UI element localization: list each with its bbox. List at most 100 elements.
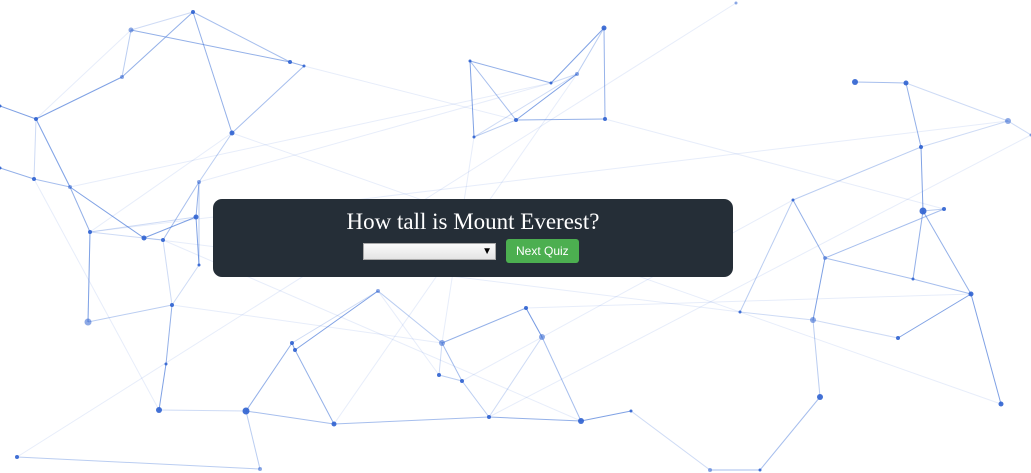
- quiz-panel: How tall is Mount Everest? ▼ Next Quiz: [213, 199, 733, 277]
- network-node: [758, 468, 762, 472]
- network-edge: [231, 65, 305, 134]
- network-node: [578, 418, 584, 424]
- network-node: [524, 306, 528, 310]
- network-edge: [245, 410, 335, 425]
- network-node: [288, 60, 292, 64]
- network-edge: [473, 73, 578, 138]
- network-node: [197, 180, 201, 184]
- network-edge: [0, 167, 35, 180]
- network-edge: [792, 199, 826, 259]
- network-node: [601, 25, 607, 31]
- network-node: [575, 72, 579, 76]
- network-edge: [824, 257, 914, 280]
- network-node: [629, 409, 633, 413]
- network-node: [738, 310, 742, 314]
- network-edge: [630, 410, 711, 471]
- network-node: [903, 80, 909, 86]
- network-edge: [171, 264, 200, 306]
- network-edge: [130, 29, 291, 63]
- quiz-question: How tall is Mount Everest?: [346, 209, 600, 234]
- network-node: [293, 348, 297, 352]
- dropdown-arrow-icon: ▼: [482, 245, 492, 257]
- network-node: [258, 467, 262, 471]
- network-edge: [897, 293, 972, 339]
- network-edge: [162, 181, 200, 241]
- network-edge: [294, 290, 379, 351]
- network-edge: [158, 409, 247, 412]
- network-node: [810, 317, 816, 323]
- network-node: [472, 135, 476, 139]
- network-node: [68, 185, 72, 189]
- network-node: [128, 27, 134, 33]
- network-edge: [905, 82, 922, 148]
- network-edge: [198, 132, 233, 183]
- answer-select[interactable]: ▼: [363, 242, 496, 260]
- network-node: [0, 166, 2, 170]
- network-node: [919, 145, 923, 149]
- network-node: [15, 455, 19, 459]
- network-edge: [469, 60, 552, 84]
- network-node: [290, 341, 294, 345]
- network-node: [919, 207, 927, 215]
- network-edge: [158, 363, 167, 411]
- next-quiz-button[interactable]: Next Quiz: [506, 239, 579, 263]
- network-edge: [812, 319, 899, 339]
- network-node: [468, 59, 472, 63]
- network-node: [376, 289, 380, 293]
- network-edge: [33, 118, 37, 180]
- network-edge: [289, 61, 305, 67]
- network-node: [156, 407, 162, 413]
- network-node: [514, 118, 518, 122]
- network-node: [88, 230, 92, 234]
- network-node: [120, 75, 124, 79]
- network-edge: [739, 199, 794, 313]
- network-node: [852, 79, 858, 85]
- network-edge: [162, 239, 173, 306]
- network-node: [817, 394, 823, 400]
- network-node: [161, 238, 165, 242]
- network-edge: [192, 11, 233, 134]
- network-node: [708, 468, 712, 472]
- network-edge: [438, 374, 463, 382]
- network-edge: [165, 304, 173, 365]
- network-edge: [488, 416, 582, 422]
- network-edge: [333, 416, 490, 425]
- network-edge: [245, 410, 261, 470]
- network-edge: [812, 319, 821, 398]
- network-node: [549, 81, 553, 85]
- network-edge: [461, 380, 490, 418]
- network-node: [164, 362, 168, 366]
- network-edge: [812, 257, 826, 321]
- network-edge: [920, 120, 1009, 148]
- network-edge: [469, 60, 475, 138]
- network-edge: [35, 118, 71, 188]
- network-edge-faint: [525, 307, 543, 338]
- network-node: [998, 401, 1004, 407]
- network-edge-faint: [33, 178, 160, 411]
- network-edge: [35, 76, 123, 120]
- network-node: [34, 117, 38, 121]
- network-edge: [970, 293, 1002, 405]
- network-node: [242, 407, 250, 415]
- network-node: [439, 340, 445, 346]
- network-node: [539, 334, 545, 340]
- quiz-page: How tall is Mount Everest? ▼ Next Quiz: [0, 0, 1031, 473]
- network-edge-faint: [603, 27, 606, 120]
- network-node: [911, 277, 915, 281]
- network-edge: [87, 304, 173, 323]
- network-edge: [441, 307, 527, 344]
- network-edge: [291, 290, 379, 344]
- network-node: [968, 291, 974, 297]
- network-edge: [920, 146, 924, 212]
- network-edge-faint: [198, 82, 552, 183]
- network-edge: [245, 342, 293, 412]
- network-node: [229, 130, 235, 136]
- network-edge: [759, 396, 821, 471]
- network-node: [191, 10, 195, 14]
- network-node: [1005, 118, 1011, 124]
- network-node: [302, 64, 306, 68]
- network-edge: [515, 118, 606, 121]
- network-edge: [576, 27, 605, 75]
- network-node: [197, 263, 201, 267]
- network-edge-faint: [303, 65, 517, 121]
